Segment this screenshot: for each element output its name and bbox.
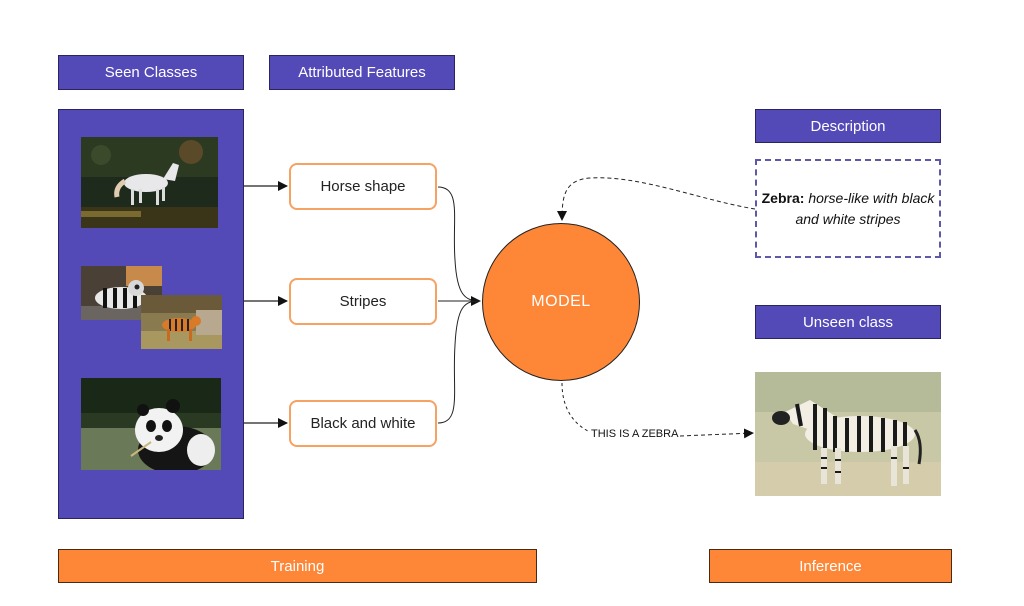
- inference-phase-bar: Inference: [709, 549, 952, 583]
- curve-black-white-to-model: [437, 300, 481, 424]
- model-label: MODEL: [531, 293, 591, 310]
- description-text: horse-like with black and white stripes: [795, 189, 935, 227]
- description-box: Zebra: horse-like with black and white s…: [755, 159, 941, 258]
- dashed-arrow-label-to-zebra: [679, 428, 754, 439]
- zebra-image: [755, 372, 941, 496]
- model-node: MODEL: [482, 223, 640, 381]
- dashed-curve-model-to-label: [561, 382, 591, 433]
- dashed-arrow-description-to-model: [557, 177, 756, 221]
- training-phase-bar: Training: [58, 549, 537, 583]
- curve-horse-shape-to-model: [437, 186, 481, 302]
- description-name: Zebra:: [761, 189, 805, 206]
- prediction-label: THIS IS A ZEBRA: [589, 428, 681, 440]
